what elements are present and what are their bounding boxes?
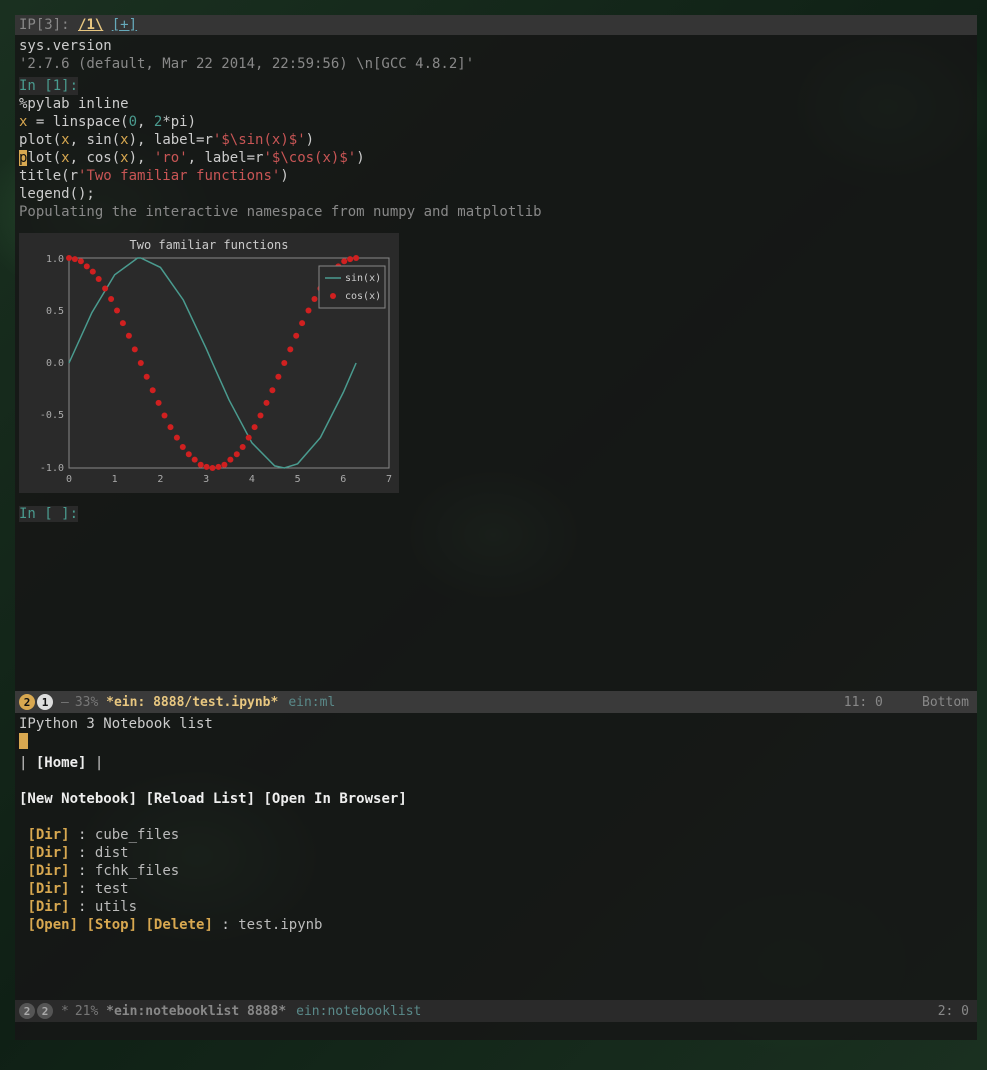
add-tab-button[interactable]: [+] (112, 17, 137, 33)
ml-badge-2: 2 (37, 1003, 53, 1019)
minibuffer[interactable] (15, 1022, 977, 1040)
svg-text:1: 1 (112, 474, 118, 485)
active-tab[interactable]: /1\ (78, 17, 103, 33)
home-link[interactable]: [Home] (36, 755, 87, 771)
cursor-icon (19, 733, 28, 749)
svg-text:1.0: 1.0 (46, 254, 64, 265)
svg-text:2: 2 (157, 474, 163, 485)
buffer-name: *ein: 8888/test.ipynb* (106, 695, 278, 710)
dir-tag[interactable]: [Dir] (27, 863, 69, 879)
notebooklist-pane: IPython 3 Notebook list | [Home] | [New … (15, 713, 977, 1000)
dir-name[interactable]: test (95, 881, 129, 897)
ml-badge-1: 2 (19, 694, 35, 710)
dir-tag[interactable]: [Dir] (27, 845, 69, 861)
svg-text:4: 4 (249, 474, 255, 485)
code-cell-2[interactable]: In [ ]: (15, 503, 977, 525)
svg-text:cos(x): cos(x) (345, 291, 381, 302)
notebooklist-buffer[interactable]: IPython 3 Notebook list | [Home] | [New … (15, 713, 977, 936)
major-mode: ein:notebooklist (296, 1004, 421, 1019)
matplotlib-figure: Two familiar functions 1.0 0.5 0.0 -0.5 … (19, 233, 399, 493)
ml-badge-2: 1 (37, 694, 53, 710)
svg-text:5: 5 (295, 474, 301, 485)
cell-output: Populating the interactive namespace fro… (19, 204, 542, 220)
dir-tag[interactable]: [Dir] (27, 881, 69, 897)
open-in-browser-button[interactable]: [Open In Browser] (263, 791, 406, 807)
notebook-pane: IP[3]: /1\ [+] sys.version '2.7.6 (defau… (15, 15, 977, 691)
svg-text:sin(x): sin(x) (345, 273, 381, 284)
code-cell-1[interactable]: In [1]: %pylab inline x = linspace(0, 2*… (15, 75, 977, 223)
input-prompt: In [1]: (19, 77, 78, 95)
reload-list-button[interactable]: [Reload List] (145, 791, 255, 807)
svg-text:-0.5: -0.5 (40, 410, 64, 421)
svg-text:0.5: 0.5 (46, 306, 64, 317)
tab-prefix: IP[3]: (19, 17, 70, 33)
buffer-name: *ein:notebooklist 8888* (106, 1004, 286, 1019)
modeline-bottom: 2 2 * 21% *ein:notebooklist 8888* ein:no… (15, 1000, 977, 1022)
dir-tag[interactable]: [Dir] (27, 899, 69, 915)
svg-text:-1.0: -1.0 (40, 463, 64, 474)
input-prompt-empty: In [ ]: (19, 506, 78, 522)
nb-stop-button[interactable]: [Stop] (86, 917, 137, 933)
svg-text:0: 0 (66, 474, 72, 485)
svg-text:7: 7 (386, 474, 392, 485)
dir-name[interactable]: fchk_files (95, 863, 179, 879)
notebook-file[interactable]: test.ipynb (238, 917, 322, 933)
dir-name[interactable]: utils (95, 899, 137, 915)
major-mode: ein:ml (288, 695, 335, 710)
svg-text:6: 6 (340, 474, 346, 485)
dir-tag[interactable]: [Dir] (27, 827, 69, 843)
chart-title: Two familiar functions (130, 238, 289, 252)
nb-title: IPython 3 Notebook list (19, 716, 213, 732)
code-line: sys.version (19, 38, 112, 54)
tab-bar: IP[3]: /1\ [+] (15, 15, 977, 35)
cell-output: '2.7.6 (default, Mar 22 2014, 22:59:56) … (19, 56, 474, 72)
ml-badge-1: 2 (19, 1003, 35, 1019)
new-notebook-button[interactable]: [New Notebook] (19, 791, 137, 807)
svg-text:3: 3 (203, 474, 209, 485)
nb-delete-button[interactable]: [Delete] (145, 917, 212, 933)
svg-text:0.0: 0.0 (46, 358, 64, 369)
emacs-frame: IP[3]: /1\ [+] sys.version '2.7.6 (defau… (15, 15, 977, 1040)
modeline-top: 2 1 – 33% *ein: 8888/test.ipynb* ein:ml … (15, 691, 977, 713)
code-cell-0[interactable]: sys.version '2.7.6 (default, Mar 22 2014… (15, 35, 977, 75)
dir-name[interactable]: dist (95, 845, 129, 861)
nb-open-button[interactable]: [Open] (27, 917, 78, 933)
dir-name[interactable]: cube_files (95, 827, 179, 843)
